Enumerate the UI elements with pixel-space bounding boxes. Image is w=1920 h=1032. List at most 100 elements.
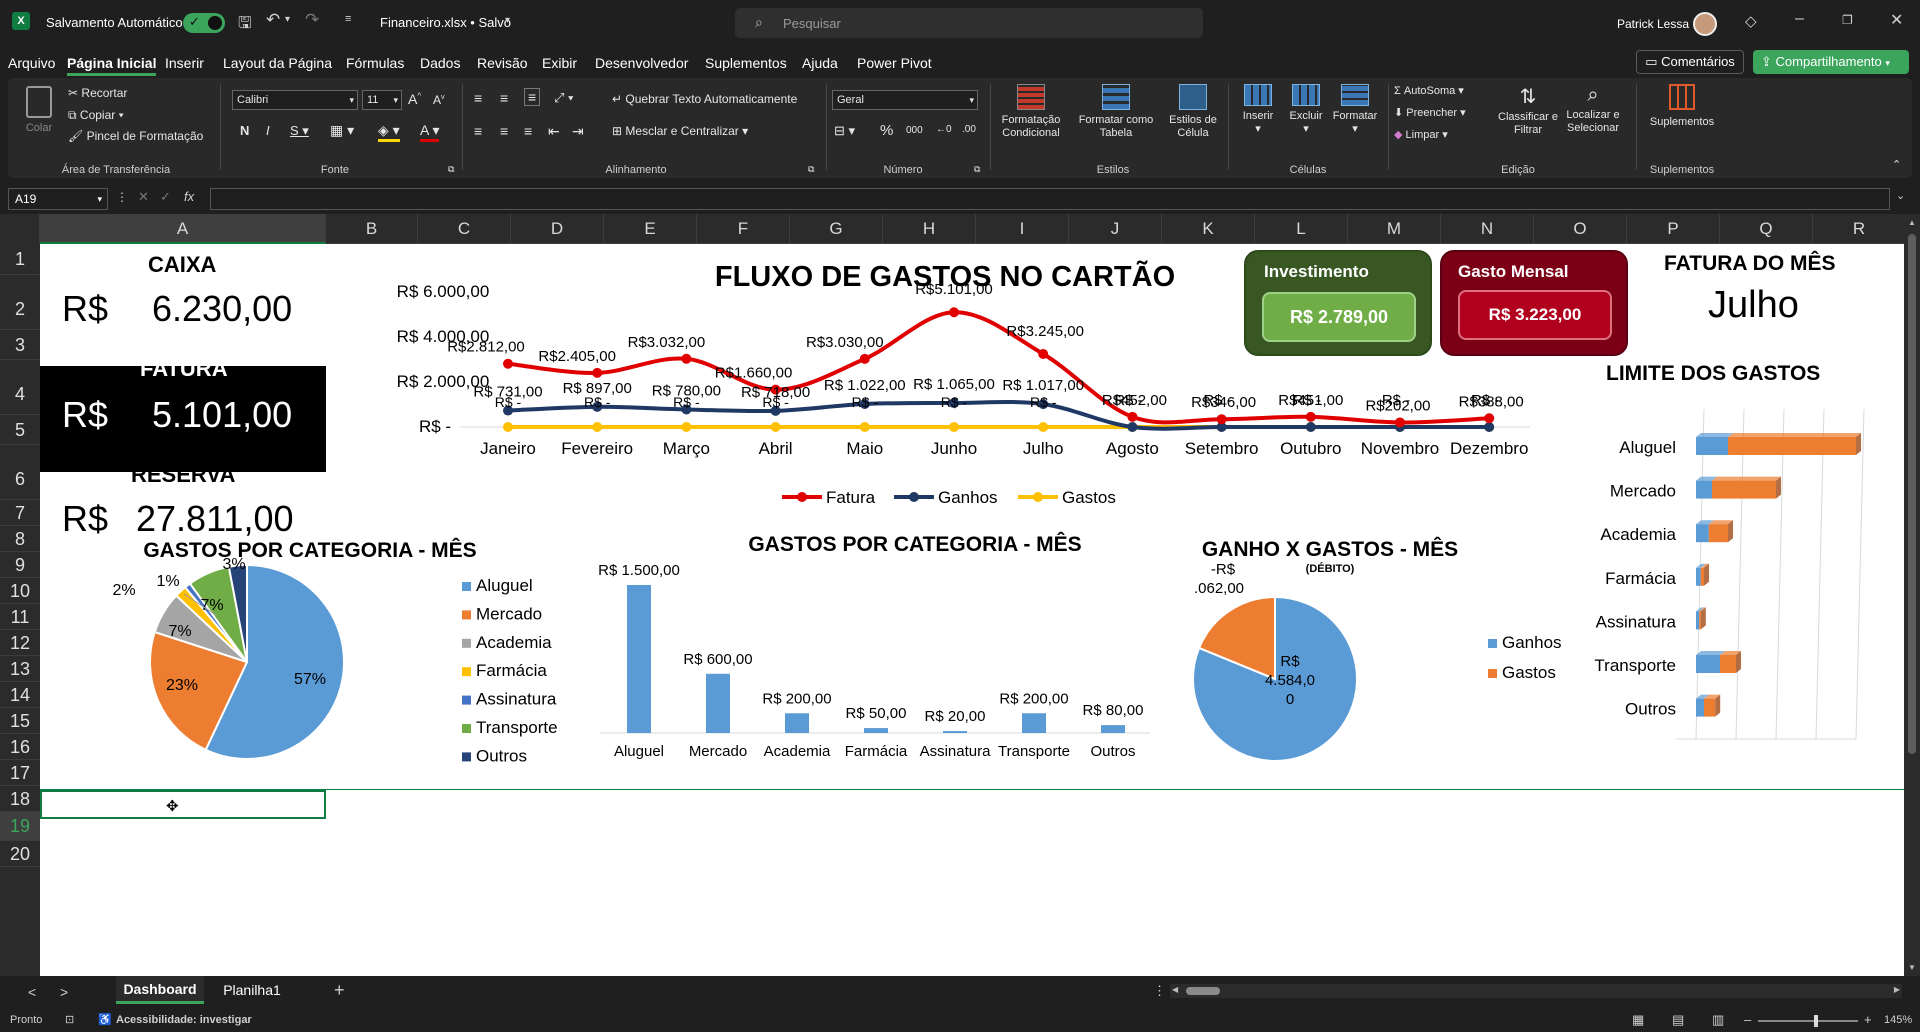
italic-icon[interactable]: I [266,123,270,138]
row-header-14[interactable]: 14 [0,682,40,708]
row-header-13[interactable]: 13 [0,656,40,682]
align-top-icon[interactable]: ≡ [474,90,482,106]
row-header-1[interactable]: 1 [0,244,40,275]
column-header-n[interactable]: N [1441,214,1534,244]
paste-button[interactable]: Colar [22,86,56,134]
column-header-k[interactable]: K [1162,214,1255,244]
insert-function-icon[interactable]: fx [184,189,194,204]
formula-input[interactable] [210,188,1890,210]
chevron-down-icon[interactable]: ▾ [505,15,510,26]
dialog-launcher-icon[interactable]: ⧉ [974,164,980,175]
row-header-2[interactable]: 2 [0,275,40,330]
autosum-button[interactable]: Σ AutoSoma ▾ [1394,84,1464,97]
clear-button[interactable]: ◆ Limpar ▾ [1394,128,1448,141]
percent-icon[interactable]: % [880,122,893,139]
chevron-down-icon[interactable]: ▾ [285,14,290,25]
font-name-select[interactable]: Calibri ▾ [232,90,358,110]
increase-indent-icon[interactable]: ⇥ [572,123,584,140]
row-header-9[interactable]: 9 [0,552,40,578]
font-size-select[interactable]: 11 ▾ [362,90,402,110]
expand-formula-icon[interactable]: ⌄ [1896,189,1905,202]
comments-button[interactable]: ▭ Comentários [1636,50,1744,74]
row-header-16[interactable]: 16 [0,734,40,760]
align-center-icon[interactable]: ≡ [500,123,508,139]
column-header-d[interactable]: D [511,214,604,244]
search-box[interactable]: ⌕ Pesquisar [735,8,1203,38]
row-header-10[interactable]: 10 [0,578,40,604]
wrap-text-button[interactable]: ↵ Quebrar Texto Automaticamente [612,92,797,106]
bold-icon[interactable]: N [240,123,249,138]
font-color-icon[interactable]: A ▾ [420,122,440,142]
row-header-18[interactable]: 18 [0,786,40,812]
underline-icon[interactable]: S ▾ [290,123,309,139]
column-header-i[interactable]: I [976,214,1069,244]
grow-font-icon[interactable]: A^ [408,91,421,107]
column-header-a[interactable]: A [40,214,326,244]
align-right-icon[interactable]: ≡ [524,123,532,139]
scroll-right-icon[interactable]: ▶ [1894,985,1900,994]
tab-suplementos[interactable]: Suplementos [705,55,787,71]
conditional-format-button[interactable]: Formatação Condicional [998,84,1064,140]
tab-ajuda[interactable]: Ajuda [802,55,838,71]
align-middle-icon[interactable]: ≡ [500,90,508,106]
orientation-icon[interactable]: ⤢ ▾ [554,90,573,106]
scroll-thumb[interactable] [1908,234,1916,754]
row-header-20[interactable]: 20 [0,841,40,867]
save-icon[interactable]: 🖫 [238,12,252,39]
row-header-5[interactable]: 5 [0,415,40,445]
cancel-icon[interactable]: ✕ [138,189,149,205]
sheet-grid[interactable]: CAIXA R$ 6.230,00 FATURA R$ 5.101,00 RES… [40,244,1904,976]
page-break-icon[interactable]: ▥ [1712,1012,1724,1028]
vertical-scrollbar[interactable]: ▲ ▼ [1904,214,1920,976]
redo-icon[interactable]: ↷ [305,10,319,30]
tab-formulas[interactable]: Fórmulas [346,55,404,71]
increase-decimal-icon[interactable]: ←0 [936,124,952,135]
tab-power-pivot[interactable]: Power Pivot [857,55,932,71]
decrease-decimal-icon[interactable]: .00 [962,124,976,135]
dialog-launcher-icon[interactable]: ⧉ [448,164,454,175]
accessibility-status[interactable]: Acessibilidade: investigar [116,1014,252,1026]
zoom-in-icon[interactable]: + [1864,1012,1872,1027]
row-header-3[interactable]: 3 [0,330,40,360]
restore-icon[interactable]: ❐ [1842,13,1853,27]
format-painter-button[interactable]: 🖌 Pincel de Formatação [68,129,203,143]
format-table-button[interactable]: Formatar como Tabela [1073,84,1159,140]
zoom-level[interactable]: 145% [1884,1014,1912,1026]
column-header-f[interactable]: F [697,214,790,244]
align-left-icon[interactable]: ≡ [474,123,482,139]
add-sheet-icon[interactable]: + [334,980,345,1001]
avatar[interactable] [1693,12,1717,36]
sheet-tab-planilha1[interactable]: Planilha1 [212,976,292,1004]
fill-button[interactable]: ⬇ Preencher ▾ [1394,106,1466,119]
row-header-8[interactable]: 8 [0,526,40,552]
format-cells-button[interactable]: Formatar ▾ [1330,84,1380,135]
insert-cells-button[interactable]: Inserir ▾ [1236,84,1280,135]
cell-styles-button[interactable]: Estilos de Célula [1163,84,1223,140]
row-header-4[interactable]: 4 [0,360,40,415]
delete-cells-button[interactable]: Excluir ▾ [1284,84,1328,135]
row-header-19[interactable]: 19 [0,812,40,841]
column-header-o[interactable]: O [1534,214,1627,244]
scroll-down-icon[interactable]: ▼ [1908,963,1916,972]
close-icon[interactable]: ✕ [1890,10,1903,30]
column-header-b[interactable]: B [326,214,418,244]
currency-icon[interactable]: ⊟ ▾ [834,123,855,139]
align-bottom-icon[interactable]: ≡ [524,88,541,106]
scroll-left-icon[interactable]: ◀ [1172,985,1178,994]
column-header-p[interactable]: P [1627,214,1720,244]
zoom-slider[interactable] [1758,1015,1858,1027]
tab-desenvolvedor[interactable]: Desenvolvedor [595,55,688,71]
column-header-c[interactable]: C [418,214,511,244]
shrink-font-icon[interactable]: Av [433,93,445,107]
column-header-m[interactable]: M [1348,214,1441,244]
prev-sheet-icon[interactable]: < [28,984,36,1000]
normal-view-icon[interactable]: ▦ [1632,1012,1644,1028]
tab-revisao[interactable]: Revisão [477,55,528,71]
tab-pagina-inicial[interactable]: Página Inicial [67,55,157,76]
row-header-6[interactable]: 6 [0,445,40,500]
tab-layout[interactable]: Layout da Página [223,55,332,71]
decrease-indent-icon[interactable]: ⇤ [548,123,560,140]
row-header-15[interactable]: 15 [0,708,40,734]
zoom-slider-thumb[interactable] [1814,1015,1818,1027]
undo-icon[interactable]: ↶ [266,10,280,30]
